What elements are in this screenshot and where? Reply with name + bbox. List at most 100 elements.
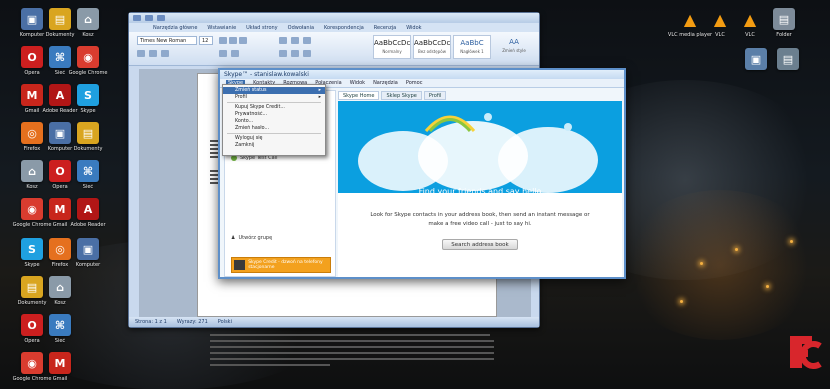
file-icon: ▤ <box>777 48 799 70</box>
indent-icon[interactable] <box>303 37 311 44</box>
wallpaper-lamp <box>790 240 793 243</box>
menu-item[interactable]: Zmień hasło... <box>223 125 325 132</box>
save-icon[interactable] <box>145 15 153 21</box>
desktop-icon[interactable]: ⌘ Sieć <box>62 160 114 190</box>
desktop-icon-folder[interactable]: ▤ Folder <box>758 8 810 38</box>
font-color-icon[interactable] <box>231 50 239 57</box>
adobe-reader-icon: A <box>77 198 99 220</box>
undo-icon[interactable] <box>157 15 165 21</box>
skype-welcome-banner <box>338 101 622 193</box>
desktop-icon[interactable]: ▤ Dokumenty <box>62 122 114 152</box>
desktop-icon-label: Adobe Reader <box>70 222 106 228</box>
document-text-line <box>210 340 494 342</box>
desktop-icon[interactable]: ◉ Google Chrome <box>62 46 114 76</box>
align-center-icon[interactable] <box>291 50 299 57</box>
document-text-line <box>210 352 494 354</box>
folder-icon: ▤ <box>77 122 99 144</box>
wallpaper-village-glow <box>620 190 820 340</box>
document-text-line <box>210 334 490 336</box>
menu-item[interactable]: Zamknij <box>223 142 325 149</box>
menu-item[interactable]: Zmień status ▸ <box>223 87 325 94</box>
align-right-icon[interactable] <box>303 50 311 57</box>
tab-references[interactable]: Odwołania <box>288 25 314 31</box>
style-normal[interactable]: AaBbCcDc Normalny <box>373 35 411 59</box>
tab-insert[interactable]: Wstawianie <box>207 25 236 31</box>
fc-logo-icon <box>790 336 822 369</box>
change-styles-button[interactable]: AA Zmień style <box>495 35 533 59</box>
desktop-icon[interactable]: A Adobe Reader <box>62 198 114 228</box>
tab-skype-shop[interactable]: Sklep Skype <box>381 90 422 100</box>
status-language[interactable]: Polski <box>218 319 232 325</box>
tab-review[interactable]: Recenzja <box>374 25 396 31</box>
numbering-icon[interactable] <box>291 37 299 44</box>
desktop-icon[interactable]: S Skype <box>62 84 114 114</box>
gmail-icon: M <box>49 352 71 374</box>
highlight-icon[interactable] <box>219 50 227 57</box>
tab-mailings[interactable]: Korespondencja <box>324 25 364 31</box>
status-page[interactable]: Strona: 1 z 1 <box>135 319 167 325</box>
document-text-line <box>210 346 494 348</box>
menu-item[interactable]: Prywatność... <box>223 111 325 118</box>
font-size-select[interactable]: 12 <box>199 36 213 45</box>
desktop-icon-label: Dokumenty <box>73 146 103 152</box>
skype-tabs: Skype Home Sklep Skype Profil <box>338 90 622 100</box>
welcome-headline: Find your friends and say hello <box>418 187 542 196</box>
submenu-arrow-icon: ▸ <box>318 95 321 100</box>
phone-promo-image <box>234 260 246 270</box>
wallpaper-lamp <box>735 248 738 251</box>
tab-view[interactable]: Widok <box>406 25 421 31</box>
font-name-select[interactable]: Times New Roman <box>137 36 197 45</box>
desktop-icon[interactable]: ⌂ Kosz <box>62 8 114 38</box>
rainbow-icon <box>424 113 572 133</box>
style-heading-1[interactable]: AaBbC Nagłówek 1 <box>453 35 491 59</box>
recycle-bin-icon: ⌂ <box>49 276 71 298</box>
word-ribbon-tabs: Narzędzia główne Wstawianie Układ strony… <box>129 23 539 32</box>
underline-icon[interactable] <box>239 37 247 44</box>
menu-separator <box>227 133 321 134</box>
tab-skype-profile[interactable]: Profil <box>423 90 447 100</box>
word-statusbar: Strona: 1 z 1 Wyrazy: 271 Polski <box>129 317 539 327</box>
status-words[interactable]: Wyrazy: 271 <box>177 319 208 325</box>
cut-icon[interactable] <box>149 50 157 57</box>
desktop-icon[interactable]: M Gmail <box>34 352 86 382</box>
document-text-line <box>210 364 330 366</box>
menu-view[interactable]: Widok <box>350 80 365 86</box>
italic-icon[interactable] <box>229 37 237 44</box>
desktop-icon-file[interactable]: ▤ <box>762 48 814 70</box>
tab-skype-home[interactable]: Skype Home <box>338 90 380 100</box>
desktop-icon-label: Gmail <box>52 376 68 382</box>
chrome-icon: ◉ <box>77 46 99 68</box>
paste-icon[interactable] <box>137 50 145 57</box>
bold-icon[interactable] <box>219 37 227 44</box>
create-group-link[interactable]: ♟ Utwórz grupę <box>231 235 272 241</box>
bullets-icon[interactable] <box>279 37 287 44</box>
network-icon: ⌘ <box>77 160 99 182</box>
search-address-book-button[interactable]: Search address book <box>442 239 518 250</box>
word-ribbon: Times New Roman 12 AaBbCcDc Normalny AaB… <box>129 32 539 66</box>
style-no-spacing[interactable]: AaBbCcDc Bez odstępów <box>413 35 451 59</box>
welcome-body-text: Look for Skype contacts in your address … <box>370 212 590 227</box>
submenu-arrow-icon: ▸ <box>318 88 321 93</box>
desktop-icon-label: Sieć <box>54 338 66 344</box>
menu-help[interactable]: Pomoc <box>406 80 423 86</box>
tab-home[interactable]: Narzędzia główne <box>153 25 197 31</box>
desktop-icon[interactable]: ▣ Komputer <box>62 238 114 268</box>
office-button-icon[interactable] <box>133 15 141 21</box>
desktop-icon[interactable]: ⌘ Sieć <box>34 314 86 344</box>
menu-item[interactable]: Wyloguj się <box>223 135 325 142</box>
skype-titlebar[interactable]: Skype™ - stanislaw.kowalski <box>220 70 624 79</box>
menu-separator <box>227 102 321 103</box>
tab-layout[interactable]: Układ strony <box>246 25 278 31</box>
word-titlebar[interactable] <box>129 13 539 23</box>
menu-item[interactable]: Profil ▸ <box>223 94 325 101</box>
menu-item[interactable]: Kupuj Skype Credit... <box>223 104 325 111</box>
copy-icon[interactable] <box>161 50 169 57</box>
menu-item[interactable]: Konto... <box>223 118 325 125</box>
desktop-icon[interactable]: ⌂ Kosz <box>34 276 86 306</box>
network-icon: ⌘ <box>49 314 71 336</box>
skype-window-title: Skype™ - stanislaw.kowalski <box>224 71 309 78</box>
recycle-bin-icon: ⌂ <box>77 8 99 30</box>
skype-credit-promo[interactable]: Skype Credit - dzwoń na telefony stacjon… <box>231 257 331 273</box>
menu-tools[interactable]: Narzędzia <box>373 80 398 86</box>
align-left-icon[interactable] <box>279 50 287 57</box>
